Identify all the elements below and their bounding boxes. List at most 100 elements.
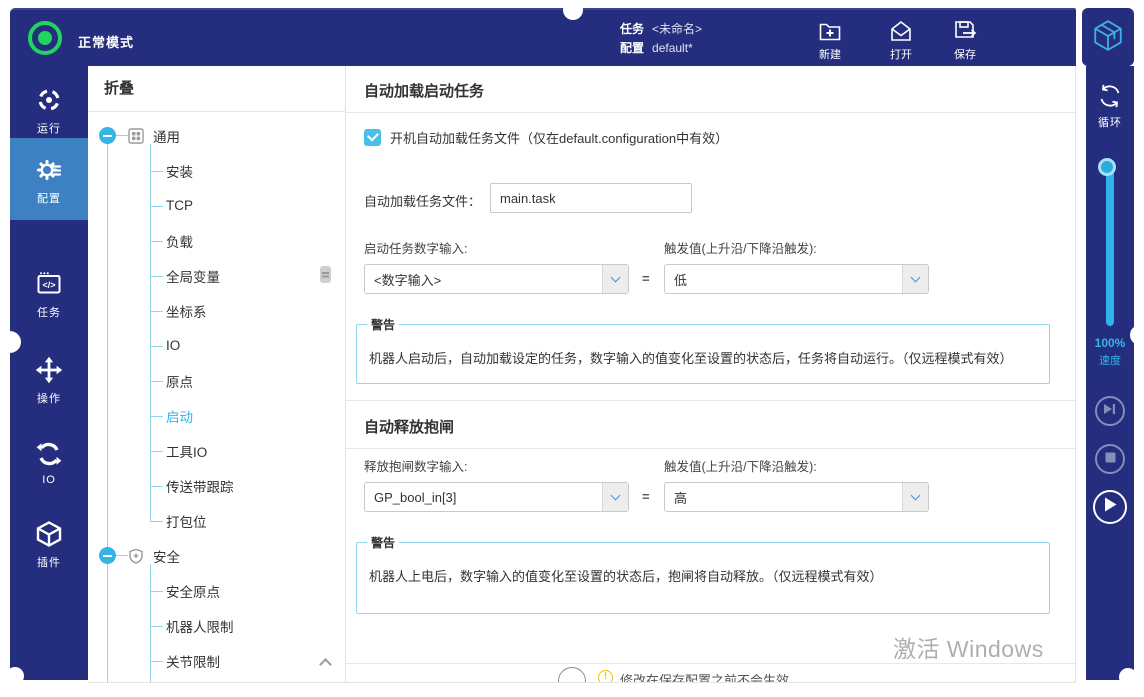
sidebar-item-io[interactable]: IO [10, 440, 88, 486]
save-icon [937, 18, 993, 44]
collapse-minus-icon[interactable] [99, 547, 116, 564]
mode-label: 正常模式 [78, 32, 134, 51]
task-file-input[interactable] [490, 183, 692, 213]
gear-icon [10, 156, 88, 184]
select-value: GP_bool_in[3] [365, 490, 602, 505]
tree-item-joint-limits[interactable]: 关节限制 [88, 643, 345, 678]
grid-icon [128, 128, 144, 144]
tree-item-io[interactable]: IO [88, 328, 345, 363]
loop-toggle[interactable]: 循环 [1086, 82, 1134, 130]
step-forward-icon [1103, 402, 1117, 420]
speed-percentage: 100% [1086, 336, 1134, 350]
sidebar-item-run[interactable]: 运行 [10, 86, 88, 136]
trigger-value-select[interactable]: 低 [664, 264, 929, 294]
tree-item-label: 机器人限制 [166, 616, 234, 636]
tree-item-safe-home[interactable]: 安全原点 [88, 573, 345, 608]
config-tree-panel: 折叠 通用 安装 TCP 负载 全局变量 坐标 [88, 66, 346, 683]
open-button-label: 打开 [873, 46, 929, 62]
autoload-checkbox[interactable] [364, 129, 381, 146]
play-icon [1104, 497, 1117, 517]
collapse-minus-icon[interactable] [99, 127, 116, 144]
trigger-value-label: 触发值(上升沿/下降沿触发): [664, 456, 817, 475]
tree-item-label: 工具IO [166, 441, 207, 461]
sidebar-item-config[interactable]: 配置 [10, 138, 88, 220]
step-button[interactable] [1095, 396, 1125, 426]
task-file-label: 自动加载任务文件： [364, 191, 481, 210]
start-digital-input-select[interactable]: <数字输入> [364, 264, 629, 294]
tree-item-label: 关节限制 [166, 651, 220, 671]
brake-digital-input-select[interactable]: GP_bool_in[3] [364, 482, 629, 512]
save-button[interactable]: 保存 [937, 18, 993, 62]
frame-notch [1119, 668, 1137, 686]
sidebar-item-label: 运行 [10, 120, 88, 136]
loop-label: 循环 [1086, 114, 1134, 130]
open-button[interactable]: 打开 [873, 18, 929, 62]
tree-item-label: 坐标系 [166, 301, 207, 321]
select-button[interactable] [602, 265, 628, 293]
autoload-checkbox-label: 开机自动加载任务文件（仅在default.configuration中有效） [390, 128, 728, 147]
tree-connector [116, 135, 128, 136]
select-button[interactable] [902, 265, 928, 293]
move-arrows-icon [10, 356, 88, 384]
tree-item-payload[interactable]: 负载 [88, 223, 345, 258]
equals-sign: = [642, 271, 650, 286]
right-control-rail: 循环 100% 速度 [1086, 66, 1134, 680]
chevron-down-icon [611, 273, 621, 283]
task-config-info: 任务<未命名> 配置default* [620, 20, 702, 58]
app-window: 正常模式 任务<未命名> 配置default* 新建 打开 [0, 0, 1144, 697]
sidebar-item-task[interactable]: </> 任务 [10, 270, 88, 320]
tree-item-startup-selected[interactable]: 启动 [88, 398, 345, 433]
divider [346, 448, 1075, 449]
divider [346, 400, 1075, 401]
tree-item-label: 传送带跟踪 [166, 476, 234, 496]
tree-item-conveyor[interactable]: 传送带跟踪 [88, 468, 345, 503]
tree-collapse-header[interactable]: 折叠 [88, 66, 345, 112]
run-icon [10, 86, 88, 114]
trigger-value-select[interactable]: 高 [664, 482, 929, 512]
frame-notch [563, 0, 583, 20]
play-button[interactable] [1093, 490, 1127, 524]
tree-group-safety[interactable]: 安全 [88, 538, 345, 573]
chevron-down-icon [611, 491, 621, 501]
warning-legend: 警告 [367, 534, 399, 551]
new-file-icon [802, 18, 858, 44]
speed-slider-track[interactable] [1106, 166, 1114, 326]
select-value: <数字输入> [365, 270, 602, 289]
tree-item-label: 启动 [166, 406, 193, 426]
stop-button[interactable] [1095, 444, 1125, 474]
tree-item-label: 通用 [153, 126, 180, 146]
notice-warning-icon: ! [598, 670, 613, 683]
trigger-value-label: 触发值(上升沿/下降沿触发): [664, 238, 817, 257]
chevron-down-icon [911, 273, 921, 283]
select-button[interactable] [902, 483, 928, 511]
top-bar: 正常模式 任务<未命名> 配置default* 新建 打开 [10, 8, 1076, 66]
tree-item-label: 安全原点 [166, 581, 220, 601]
speed-slider-knob[interactable] [1098, 158, 1116, 176]
tree-item-install[interactable]: 安装 [88, 153, 345, 188]
frame-notch [6, 667, 24, 685]
warning-box-brake: 警告 机器人上电后，数字输入的值变化至设置的状态后，抱闸将自动释放。（仅远程模式… [356, 534, 1050, 614]
tree-item-coordinate[interactable]: 坐标系 [88, 293, 345, 328]
mode-status-icon [28, 21, 64, 57]
tree-item-global-vars[interactable]: 全局变量 [88, 258, 345, 293]
tree-item-robot-limits[interactable]: 机器人限制 [88, 608, 345, 643]
sidebar-item-operate[interactable]: 操作 [10, 356, 88, 406]
stop-icon [1105, 450, 1116, 468]
tree-item-label: IO [166, 338, 180, 353]
main-content: 自动加载启动任务 开机自动加载任务文件（仅在default.configurat… [346, 66, 1076, 683]
equals-sign: = [642, 489, 650, 504]
new-button[interactable]: 新建 [802, 18, 858, 62]
tree-item-pack-pos[interactable]: 打包位 [88, 503, 345, 538]
select-button[interactable] [602, 483, 628, 511]
frame-notch [0, 331, 21, 353]
tree-item-tool-io[interactable]: 工具IO [88, 433, 345, 468]
tree-item-tcp[interactable]: TCP [88, 188, 345, 223]
tree-item-home[interactable]: 原点 [88, 363, 345, 398]
task-value: <未命名> [652, 22, 702, 36]
sidebar-item-label: 操作 [10, 390, 88, 406]
io-cycle-icon [10, 440, 88, 468]
section-title-autoload: 自动加载启动任务 [364, 80, 484, 101]
tree-connector [116, 555, 128, 556]
tree-group-general[interactable]: 通用 [88, 118, 345, 153]
sidebar-item-plugin[interactable]: 插件 [10, 520, 88, 570]
